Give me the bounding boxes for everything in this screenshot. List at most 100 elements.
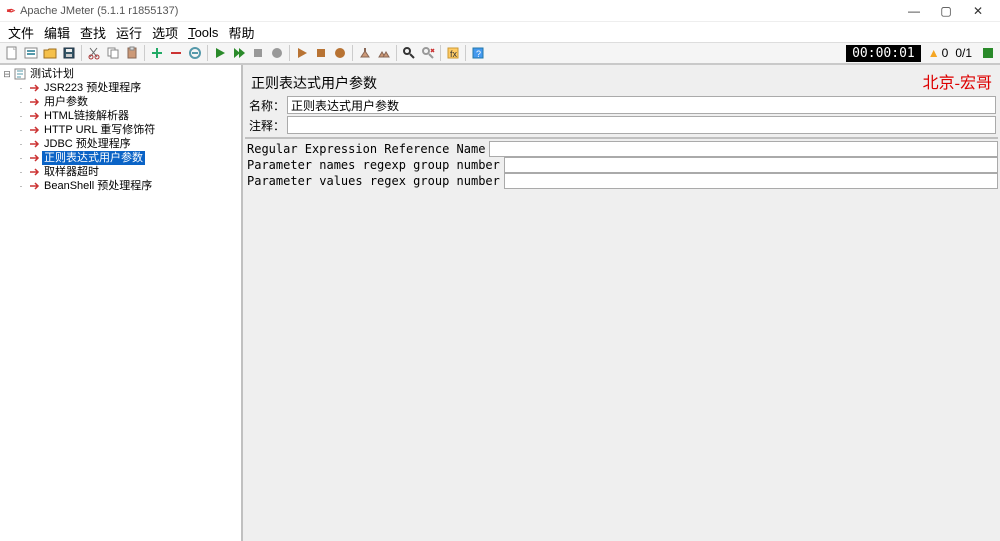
- name-label: 名称：: [247, 97, 287, 114]
- tree-item[interactable]: ·JSR223 预处理程序: [2, 81, 241, 95]
- param-row: Regular Expression Reference Name: [245, 141, 998, 157]
- leaf-toggle-icon: ·: [16, 165, 26, 179]
- menu-tools[interactable]: Tools: [184, 25, 222, 40]
- remote-stop-button[interactable]: [312, 44, 330, 62]
- tree-root[interactable]: ⊟ 测试计划: [2, 67, 241, 81]
- start-button[interactable]: [211, 44, 229, 62]
- menu-file[interactable]: 文件: [4, 23, 38, 42]
- toggle-button[interactable]: [186, 44, 204, 62]
- remote-shutdown-button[interactable]: [331, 44, 349, 62]
- open-button[interactable]: [41, 44, 59, 62]
- tree-item[interactable]: · 正则表达式用户参数: [2, 151, 241, 165]
- close-button[interactable]: ✕: [962, 4, 994, 18]
- elapsed-timer: 00:00:01: [846, 45, 921, 62]
- tree-item[interactable]: · HTTP URL 重写修饰符: [2, 123, 241, 137]
- leaf-toggle-icon: ·: [16, 95, 26, 109]
- preprocessor-icon: [28, 180, 40, 192]
- tree-item[interactable]: · JDBC 预处理程序: [2, 137, 241, 151]
- preprocessor-icon: [28, 110, 40, 122]
- leaf-toggle-icon: ·: [16, 123, 26, 137]
- minimize-button[interactable]: —: [898, 4, 930, 18]
- svg-text:?: ?: [476, 49, 481, 59]
- menu-edit[interactable]: 编辑: [40, 23, 74, 42]
- title-bar: ✒ Apache JMeter (5.1.1 r1855137) — ▢ ✕: [0, 0, 1000, 22]
- param-input-1[interactable]: [504, 157, 998, 173]
- collapse-button[interactable]: [167, 44, 185, 62]
- remote-start-button[interactable]: [293, 44, 311, 62]
- menu-bar: 文件 编辑 查找 运行 选项 Tools 帮助: [0, 22, 1000, 42]
- clear-button[interactable]: [356, 44, 374, 62]
- start-no-timers-button[interactable]: [230, 44, 248, 62]
- preprocessor-icon: [28, 138, 40, 150]
- detail-pane: 正则表达式用户参数 北京-宏哥 名称： 注释： Regular Expressi…: [243, 65, 1000, 541]
- tree-item-label: BeanShell 预处理程序: [42, 179, 154, 193]
- testplan-icon: [14, 68, 26, 80]
- app-icon: ✒: [6, 4, 16, 18]
- svg-text:fx: fx: [450, 49, 458, 59]
- leaf-toggle-icon: ·: [16, 179, 26, 193]
- tree-root-label: 测试计划: [28, 67, 76, 81]
- tree-item[interactable]: · BeanShell 预处理程序: [2, 179, 241, 193]
- detail-header: 正则表达式用户参数 北京-宏哥: [245, 67, 998, 95]
- param-input-2[interactable]: [504, 173, 998, 189]
- thread-indicator-icon: [979, 44, 997, 62]
- thread-count: 0/1: [955, 46, 978, 60]
- tree-item[interactable]: · 取样器超时: [2, 165, 241, 179]
- tree-pane[interactable]: ⊟ 测试计划 ·JSR223 预处理程序·用户参数·HTML链接解析器·HTTP…: [0, 65, 243, 541]
- menu-find[interactable]: 查找: [76, 23, 110, 42]
- collapse-toggle-icon[interactable]: ⊟: [2, 67, 12, 81]
- menu-options[interactable]: 选项: [148, 23, 182, 42]
- reset-search-button[interactable]: [419, 44, 437, 62]
- preprocessor-icon: [28, 96, 40, 108]
- leaf-toggle-icon: ·: [16, 81, 26, 95]
- comment-label: 注释：: [247, 117, 287, 134]
- preprocessor-icon: [28, 124, 40, 136]
- tree-item[interactable]: · 用户参数: [2, 95, 241, 109]
- copy-button[interactable]: [104, 44, 122, 62]
- paste-button[interactable]: [123, 44, 141, 62]
- param-input-0[interactable]: [489, 141, 998, 157]
- param-row: Parameter values regex group number: [245, 173, 998, 189]
- tree-item-label: HTML链接解析器: [42, 109, 131, 123]
- leaf-toggle-icon: ·: [16, 151, 26, 165]
- tree-item[interactable]: · HTML链接解析器: [2, 109, 241, 123]
- param-label: Parameter values regex group number: [245, 174, 504, 188]
- comment-row: 注释：: [247, 116, 996, 134]
- preprocessor-icon: [28, 166, 40, 178]
- name-input[interactable]: [287, 96, 996, 114]
- leaf-toggle-icon: ·: [16, 137, 26, 151]
- clear-all-button[interactable]: [375, 44, 393, 62]
- stop-button[interactable]: [249, 44, 267, 62]
- save-button[interactable]: [60, 44, 78, 62]
- tree-item-label: JDBC 预处理程序: [42, 137, 133, 151]
- detail-title: 正则表达式用户参数: [251, 73, 377, 93]
- menu-help[interactable]: 帮助: [224, 23, 258, 42]
- warning-icon: ▲: [928, 46, 940, 60]
- preprocessor-icon: [28, 82, 40, 94]
- templates-button[interactable]: [22, 44, 40, 62]
- main-content: ⊟ 测试计划 ·JSR223 预处理程序·用户参数·HTML链接解析器·HTTP…: [0, 64, 1000, 541]
- preprocessor-icon: [28, 152, 40, 164]
- leaf-toggle-icon: ·: [16, 109, 26, 123]
- maximize-button[interactable]: ▢: [930, 4, 962, 18]
- tree-item-label: 取样器超时: [42, 165, 101, 179]
- new-button[interactable]: [3, 44, 21, 62]
- name-row: 名称：: [247, 96, 996, 114]
- function-helper-button[interactable]: fx: [444, 44, 462, 62]
- tree-item-label: HTTP URL 重写修饰符: [42, 123, 157, 137]
- tree-item-label: 用户参数: [42, 95, 90, 109]
- toolbar: fx ? 00:00:01 ▲ 0 0/1: [0, 42, 1000, 64]
- search-button[interactable]: [400, 44, 418, 62]
- cut-button[interactable]: [85, 44, 103, 62]
- warning-area: ▲ 0: [922, 46, 955, 60]
- expand-button[interactable]: [148, 44, 166, 62]
- param-label: Regular Expression Reference Name: [245, 142, 489, 156]
- shutdown-button[interactable]: [268, 44, 286, 62]
- comment-input[interactable]: [287, 116, 996, 134]
- param-row: Parameter names regexp group number: [245, 157, 998, 173]
- menu-run[interactable]: 运行: [112, 23, 146, 42]
- help-button[interactable]: ?: [469, 44, 487, 62]
- watermark: 北京-宏哥: [923, 69, 992, 93]
- tree-item-label: 正则表达式用户参数: [42, 151, 145, 165]
- window-title: Apache JMeter (5.1.1 r1855137): [20, 5, 178, 17]
